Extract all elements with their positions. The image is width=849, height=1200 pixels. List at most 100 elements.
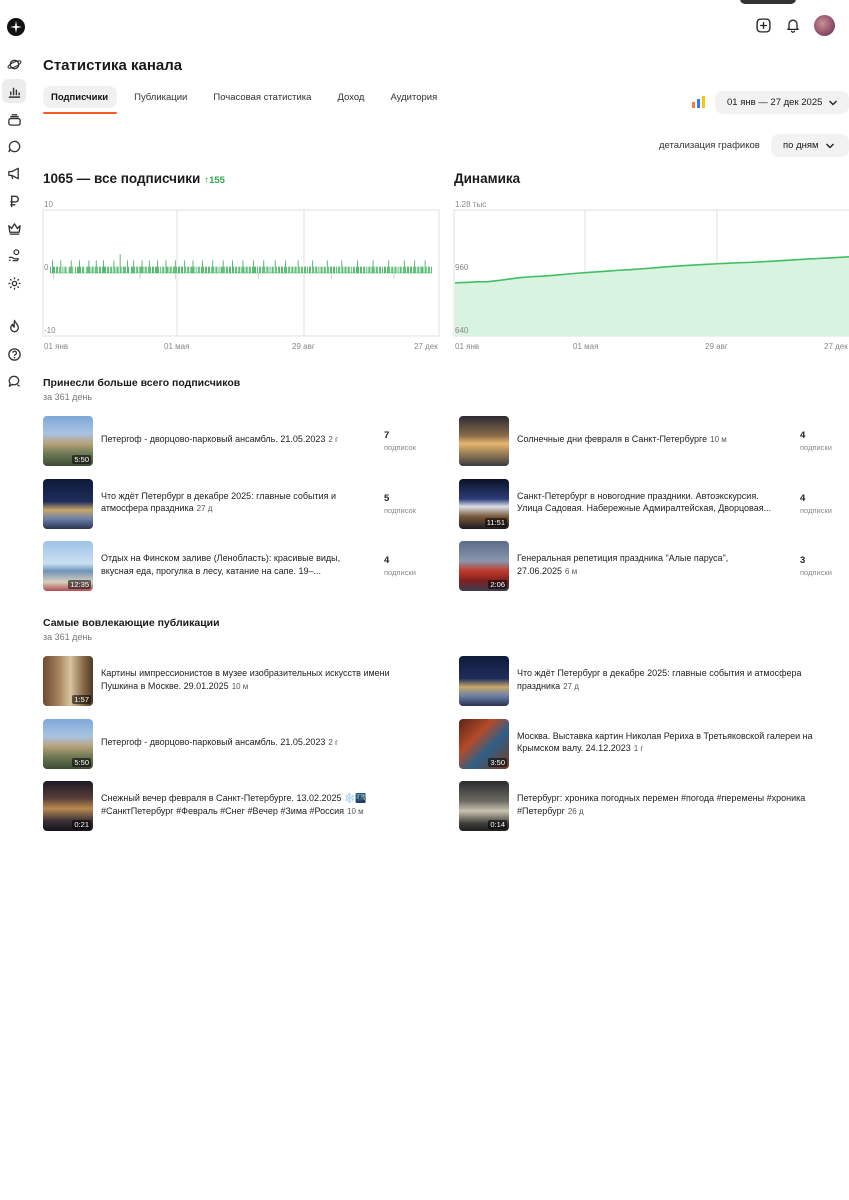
logo-icon[interactable] bbox=[7, 18, 25, 36]
publication-title[interactable]: Картины импрессионистов в музее изобрази… bbox=[101, 667, 421, 693]
bell-icon[interactable] bbox=[783, 15, 803, 35]
video-thumbnail[interactable]: 5:50 bbox=[43, 416, 93, 466]
subscribers-bar bbox=[415, 266, 417, 273]
crown-icon[interactable] bbox=[2, 216, 26, 240]
subscribers-bar bbox=[52, 260, 53, 273]
subscribers-bar bbox=[188, 266, 190, 273]
publication-item[interactable]: Что ждёт Петербург в декабре 2025: главн… bbox=[43, 478, 423, 529]
video-thumbnail[interactable]: 3:50 bbox=[459, 718, 509, 769]
video-thumbnail[interactable] bbox=[459, 416, 509, 466]
subscribers-bar bbox=[267, 266, 269, 273]
subscribers-bar bbox=[369, 266, 371, 273]
publication-title[interactable]: Генеральная репетиция праздника "Алые па… bbox=[517, 552, 782, 578]
subscribers-bar bbox=[172, 266, 174, 273]
publication-item[interactable]: 12:35 Отдых на Финском заливе (Ленобласть… bbox=[43, 541, 423, 591]
subscribers-bar bbox=[376, 266, 378, 273]
subscribers-bar bbox=[387, 266, 389, 273]
ruble-icon[interactable] bbox=[2, 189, 26, 213]
publication-item[interactable]: 3:50 Москва. Выставка картин Николая Рери… bbox=[459, 718, 839, 769]
subscribers-bar bbox=[209, 266, 211, 273]
publication-item[interactable]: 1:57 Картины импрессионистов в музее изоб… bbox=[43, 656, 423, 706]
publication-title[interactable]: Санкт-Петербург в новогодние праздники. … bbox=[517, 490, 782, 515]
megaphone-icon[interactable] bbox=[2, 161, 26, 185]
x-tick: 27 дек bbox=[414, 342, 438, 351]
gear-icon[interactable] bbox=[2, 271, 26, 295]
publication-title-text: Солнечные дни февраля в Санкт-Петербурге bbox=[517, 434, 708, 444]
publication-title[interactable]: Что ждёт Петербург в декабре 2025: главн… bbox=[517, 667, 837, 693]
subscribers-bar bbox=[185, 266, 187, 273]
tab-subscribers[interactable]: Подписчики bbox=[43, 86, 118, 114]
subscribers-bar bbox=[54, 266, 55, 273]
subscribers-bar bbox=[292, 266, 294, 273]
publication-item[interactable]: Что ждёт Петербург в декабре 2025: главн… bbox=[459, 656, 839, 706]
export-chart-icon[interactable] bbox=[692, 96, 706, 108]
subscribers-bar bbox=[420, 266, 422, 273]
planet-icon[interactable] bbox=[2, 52, 26, 76]
help-icon[interactable] bbox=[2, 342, 26, 366]
subscribers-bar bbox=[385, 266, 386, 273]
publication-title[interactable]: Петербург: хроника погодных перемен #пог… bbox=[517, 792, 837, 818]
publication-title[interactable]: Снежный вечер февраля в Санкт-Петербурге… bbox=[101, 792, 421, 818]
video-thumbnail[interactable]: 5:50 bbox=[43, 718, 93, 769]
tab-hourly[interactable]: Почасовая статистика bbox=[204, 86, 320, 108]
subscribers-bar bbox=[221, 266, 223, 273]
window-handle bbox=[740, 0, 796, 4]
layers-icon[interactable] bbox=[2, 107, 26, 131]
add-icon[interactable] bbox=[753, 15, 773, 35]
subscribers-bar bbox=[78, 266, 79, 273]
subscribers-bar bbox=[156, 266, 157, 273]
subscribers-bar bbox=[326, 260, 328, 273]
subscribers-count: 4 bbox=[384, 555, 390, 566]
tab-income[interactable]: Доход bbox=[328, 86, 373, 108]
avatar[interactable] bbox=[814, 15, 835, 36]
video-thumbnail[interactable]: 0:21 bbox=[43, 781, 93, 831]
publication-title[interactable]: Отдых на Финском заливе (Ленобласть): кр… bbox=[101, 552, 366, 577]
subscribers-bar bbox=[318, 266, 320, 273]
publication-item[interactable]: 0:14 Петербург: хроника погодных перемен … bbox=[459, 781, 839, 831]
publication-title[interactable]: Петергоф - дворцово-парковый ансамбль. 2… bbox=[101, 433, 366, 447]
tab-publications[interactable]: Публикации bbox=[125, 86, 196, 108]
publication-item[interactable]: 0:21 Снежный вечер февраля в Санкт-Петерб… bbox=[43, 781, 423, 831]
detail-select[interactable]: по дням bbox=[771, 134, 849, 157]
subscribers-bar bbox=[260, 266, 262, 273]
publication-item[interactable]: 2:06 Генеральная репетиция праздника "Алы… bbox=[459, 541, 839, 591]
date-range-label: 01 янв — 27 дек 2025 bbox=[727, 97, 823, 108]
video-thumbnail[interactable]: 12:35 bbox=[43, 541, 93, 591]
fire-icon[interactable] bbox=[2, 314, 26, 338]
chat-icon[interactable] bbox=[2, 369, 26, 393]
subscribers-bar bbox=[103, 260, 104, 273]
comment-icon[interactable] bbox=[2, 134, 26, 158]
video-thumbnail[interactable]: 1:57 bbox=[43, 656, 93, 706]
date-range-button[interactable]: 01 янв — 27 дек 2025 bbox=[715, 91, 849, 114]
publication-item[interactable]: 5:50 Петергоф - дворцово-парковый ансамбл… bbox=[43, 416, 423, 466]
publication-age: 2 г bbox=[328, 435, 338, 444]
subscribers-bar bbox=[163, 266, 165, 273]
video-thumbnail[interactable]: 11:51 bbox=[459, 478, 509, 529]
video-thumbnail[interactable] bbox=[459, 656, 509, 706]
video-thumbnail[interactable]: 0:14 bbox=[459, 781, 509, 831]
stats-icon[interactable] bbox=[2, 79, 26, 103]
publication-title[interactable]: Солнечные дни февраля в Санкт-Петербурге… bbox=[517, 433, 782, 447]
publication-item[interactable]: Солнечные дни февраля в Санкт-Петербурге… bbox=[459, 416, 839, 466]
engaging-subtitle: за 361 день bbox=[43, 632, 93, 642]
subscribers-bar bbox=[238, 266, 240, 273]
video-thumbnail[interactable]: 2:06 bbox=[459, 541, 509, 591]
publication-item[interactable]: 5:50 Петергоф - дворцово-парковый ансамбл… bbox=[43, 718, 423, 769]
subscribers-bar bbox=[428, 266, 430, 273]
subscribers-bar bbox=[389, 266, 391, 273]
tab-audience[interactable]: Аудитория bbox=[381, 86, 446, 108]
video-thumbnail[interactable] bbox=[43, 478, 93, 529]
publication-item[interactable]: 11:51 Санкт-Петербург в новогодние праздн… bbox=[459, 478, 839, 529]
subscribers-bar bbox=[229, 266, 230, 273]
subscribers-bar bbox=[117, 266, 119, 273]
publication-title[interactable]: Петергоф - дворцово-парковый ансамбль. 2… bbox=[101, 736, 421, 750]
publication-title-text: Санкт-Петербург в новогодние праздники. … bbox=[517, 490, 772, 514]
subscribers-bar bbox=[391, 266, 393, 273]
subscribers-bar bbox=[372, 260, 374, 273]
top-subscribers-title: Принесли больше всего подписчиков bbox=[43, 377, 241, 389]
publication-title[interactable]: Что ждёт Петербург в декабре 2025: главн… bbox=[101, 490, 366, 516]
subscribers-bar bbox=[59, 266, 61, 273]
hand-coin-icon[interactable] bbox=[2, 243, 26, 267]
subscribers-bar bbox=[153, 266, 154, 273]
publication-title[interactable]: Москва. Выставка картин Николая Рериха в… bbox=[517, 730, 837, 756]
